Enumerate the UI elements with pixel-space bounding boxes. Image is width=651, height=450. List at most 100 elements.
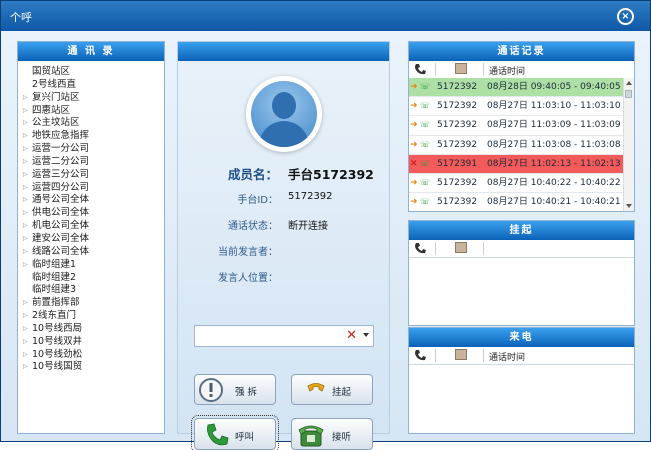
expand-arrow-icon[interactable]: ▷ [23,297,28,310]
tree-item[interactable]: ▷ 线路公司全体 [18,246,164,259]
tree-item[interactable]: ▷ 10号线国贸 [18,361,164,374]
tree-item[interactable]: ▷ 运营三分公司 [18,169,164,182]
table-row[interactable]: ➜ ☏ 5172392 08月27日 11:03:08 - 11:03:08 [409,136,624,155]
expand-arrow-icon[interactable]: ▷ [23,336,28,349]
clear-icon[interactable]: ✕ [346,328,357,343]
close-icon[interactable]: × [617,8,634,25]
expand-arrow-icon[interactable]: ▷ [23,130,28,143]
call-status-label: 通话状态： [228,221,278,232]
tree-item[interactable]: ▷ 地铁应急指挥 [18,130,164,143]
expand-arrow-icon[interactable]: ▷ [23,92,28,105]
tree-item[interactable]: ▷ 机电公司全体 [18,220,164,233]
tree-item[interactable]: ▷ 公主坟站区 [18,117,164,130]
force-break-button[interactable]: 强 拆 [194,374,276,405]
tree-item[interactable]: ▷ 2线东直门 [18,310,164,323]
tree-item-label: 复兴门站区 [32,91,80,103]
tree-item[interactable]: 国贸站区 [18,66,164,79]
outgoing-arrow-icon: ➜ [410,177,418,188]
tree-item-label: 四惠站区 [32,104,71,116]
outgoing-arrow-icon: ➜ [410,197,418,208]
hold-table-header [409,240,634,258]
tree-item-label: 公主坟站区 [32,117,80,129]
call-records-header: 通话记录 [409,42,634,61]
contacts-header: 通 讯 录 [18,42,164,61]
hangup-phone-icon [307,383,325,392]
current-speaker-label: 当前发言者： [218,247,278,258]
table-row[interactable]: ➜ ☏ 5172392 08月27日 11:03:10 - 11:03:10 [409,97,624,117]
phone-icon: ☏ [420,139,431,149]
table-row[interactable]: ➜ ☏ 5172392 08月27日 11:03:09 - 11:03:09 [409,116,624,136]
row-number: 5172392 [437,82,478,92]
tree-item[interactable]: ▷ 10号线劲松 [18,349,164,362]
table-row[interactable]: ➜ ☏ 5172392 08月27日 10:40:21 - 10:40:21 [409,193,624,211]
tree-item[interactable]: ▷ 运营四分公司 [18,182,164,195]
phone-icon: ☏ [420,197,431,207]
expand-arrow-icon[interactable]: ▷ [23,220,28,233]
expand-arrow-icon[interactable]: ▷ [23,246,28,259]
expand-arrow-icon[interactable]: ▷ [23,117,28,130]
call-label: 呼叫 [235,432,255,443]
call-records-panel: 通话记录 通话时间 ➜ ☏ 5172392 08月28日 09:40:05 - 09:… [408,41,635,212]
tree-item-label: 临时组建1 [32,258,77,270]
hold-header: 挂起 [409,221,634,240]
row-time: 08月27日 11:02:13 - 11:02:13 [487,158,621,169]
tree-item-label: 运营四分公司 [32,181,90,193]
tree-item[interactable]: ▷ 复兴门站区 [18,92,164,105]
tree-item[interactable]: ▷ 前置指挥部 [18,297,164,310]
tree-item-label: 地铁应急指挥 [32,130,90,142]
answer-button[interactable]: 接听 [291,418,373,450]
tree-item[interactable]: 2号线西直 [18,79,164,92]
contacts-panel: 通 讯 录 国贸站区 2号线西直 ▷ 复兴门站区 ▷ 四惠站区 ▷ 公主坟站区 ▷ 地铁应急指挥 ▷… [17,41,165,434]
table-row[interactable]: ✕ ☏ 5172391 08月27日 11:02:13 - 11:02:13 [409,154,624,174]
table-row[interactable]: ➜ ☏ 5172392 08月27日 10:40:22 - 10:40:22 [409,174,624,194]
tree-item[interactable]: ▷ 建安公司全体 [18,233,164,246]
tree-item-label: 线路公司全体 [32,245,90,257]
contacts-tree[interactable]: 国贸站区 2号线西直 ▷ 复兴门站区 ▷ 四惠站区 ▷ 公主坟站区 ▷ 地铁应急指挥 ▷ 运营一分公司… [18,61,164,433]
window-title: 个呼 [10,11,32,24]
row-number: 5172392 [437,101,478,112]
table-row[interactable]: ➜ ☏ 5172392 08月28日 09:40:05 - 09:40:05 [409,78,624,98]
records-scrollbar[interactable] [623,78,634,211]
row-time: 08月27日 11:03:09 - 11:03:09 [487,120,621,131]
expand-arrow-icon[interactable]: ▷ [23,156,28,169]
tree-item[interactable]: 临时组建3 [18,284,164,297]
row-time: 08月27日 10:40:21 - 10:40:21 [487,197,621,208]
tree-item[interactable]: 临时组建2 [18,272,164,285]
member-panel: 成员名： 手台5172392 手台ID： 5172392 通话状态： 断开连接 … [177,41,390,450]
expand-arrow-icon[interactable]: ▷ [23,233,28,246]
tree-item-label: 供电公司全体 [32,207,90,219]
expand-arrow-icon[interactable]: ▷ [23,194,28,207]
target-combobox[interactable]: ✕ [194,325,374,347]
expand-arrow-icon[interactable]: ▷ [23,323,28,336]
incoming-header: 来电 [409,328,634,347]
chevron-down-icon[interactable] [363,333,369,337]
expand-arrow-icon[interactable]: ▷ [23,143,28,156]
call-status-value: 断开连接 [288,221,328,232]
call-button[interactable]: 呼叫 [191,415,279,450]
expand-arrow-icon[interactable]: ▷ [23,105,28,118]
expand-arrow-icon[interactable]: ▷ [23,169,28,182]
tree-item[interactable]: ▷ 供电公司全体 [18,207,164,220]
tree-item[interactable]: ▷ 运营一分公司 [18,143,164,156]
expand-arrow-icon[interactable]: ▷ [23,182,28,195]
tree-item[interactable]: ▷ 运营二分公司 [18,156,164,169]
expand-arrow-icon[interactable]: ▷ [23,310,28,323]
tree-item[interactable]: ▷ 10号线西局 [18,323,164,336]
expand-arrow-icon[interactable]: ▷ [23,361,28,374]
expand-arrow-icon[interactable]: ▷ [23,349,28,362]
avatar [246,76,322,152]
tree-item-label: 前置指挥部 [32,297,80,309]
tree-item[interactable]: ▷ 临时组建1 [18,259,164,272]
tree-item-label: 通号公司全体 [32,194,90,206]
records-table-body[interactable]: ➜ ☏ 5172392 08月28日 09:40:05 - 09:40:05 ➜ ☏ 517… [409,78,624,211]
hangup-button[interactable]: 挂起 [291,374,373,405]
expand-arrow-icon[interactable]: ▷ [23,207,28,220]
missed-call-icon: ✕ [410,158,418,169]
tree-item[interactable]: ▷ 10号线双井 [18,336,164,349]
tree-item-label: 机电公司全体 [32,220,90,232]
tree-item[interactable]: ▷ 四惠站区 [18,105,164,118]
expand-arrow-icon[interactable]: ▷ [23,259,28,272]
phone-icon: ☏ [420,158,431,168]
tree-item[interactable]: ▷ 通号公司全体 [18,194,164,207]
tree-item-label: 临时组建3 [32,284,77,296]
